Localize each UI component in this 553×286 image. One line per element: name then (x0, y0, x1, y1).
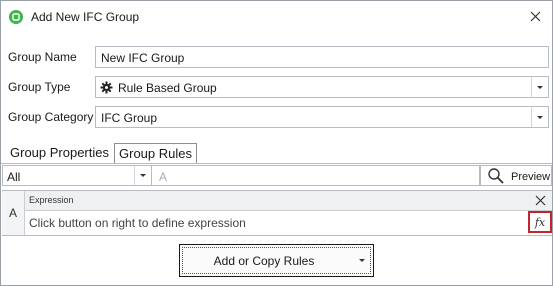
expression-placeholder: Click button on right to define expressi… (29, 216, 246, 230)
close-icon (530, 11, 540, 21)
chevron-down-icon (140, 174, 146, 177)
group-type-dropdown-arrow[interactable] (531, 77, 548, 97)
dialog-window: Add New IFC Group Group Name New IFC Gro… (0, 0, 553, 286)
rule-search-placeholder: A (159, 170, 168, 184)
chevron-down-icon (537, 85, 543, 89)
search-icon (487, 167, 505, 188)
rule-filter-dropdown-arrow[interactable] (134, 166, 151, 185)
chevron-down-icon (537, 115, 543, 119)
group-type-value: Rule Based Group (118, 81, 217, 95)
group-type-dropdown[interactable]: Rule Based Group (95, 76, 549, 98)
add-copy-rules-button[interactable]: Add or Copy Rules (179, 244, 374, 277)
close-button[interactable] (526, 7, 544, 25)
add-copy-rules-label: Add or Copy Rules (213, 254, 315, 268)
expression-header-label: Expression (29, 195, 74, 205)
expression-field[interactable]: Click button on right to define expressi… (25, 211, 552, 234)
title-bar: Add New IFC Group (1, 1, 552, 33)
tab-divider (1, 163, 552, 164)
rule-header: Expression (25, 191, 552, 211)
rule-filter-value: All (7, 170, 21, 184)
gear-icon (100, 81, 113, 97)
app-logo-icon (9, 10, 23, 24)
preview-button[interactable]: Preview (480, 165, 552, 186)
group-category-dropdown[interactable]: IFC Group (95, 106, 549, 128)
group-category-dropdown-arrow[interactable] (531, 107, 548, 127)
tab-group-properties[interactable]: Group Properties (10, 143, 109, 163)
group-name-label: Group Name (8, 50, 77, 64)
group-name-field[interactable]: New IFC Group (95, 46, 549, 68)
rule-row: A Expression Click button on right to de… (2, 190, 552, 236)
close-icon (535, 195, 545, 205)
rule-filter-dropdown[interactable]: All (2, 165, 152, 186)
rule-search-input[interactable]: A (152, 165, 480, 186)
group-category-value: IFC Group (101, 111, 158, 125)
fx-button[interactable]: fx (528, 211, 552, 233)
remove-rule-button[interactable] (532, 192, 548, 208)
preview-label: Preview (511, 171, 551, 183)
group-category-label: Group Category (8, 110, 94, 124)
chevron-down-icon (359, 259, 365, 262)
group-type-label: Group Type (8, 80, 71, 94)
group-name-value: New IFC Group (101, 51, 185, 65)
tab-group-rules[interactable]: Group Rules (114, 143, 197, 164)
window-title: Add New IFC Group (31, 10, 140, 24)
rule-letter: A (2, 191, 25, 235)
